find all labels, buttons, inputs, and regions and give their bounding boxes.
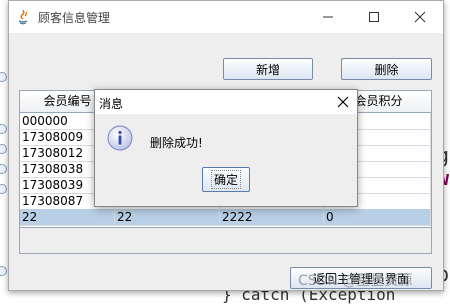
table-row[interactable]: 22 22 2222 0 <box>20 209 431 226</box>
table-cell[interactable]: 22 <box>20 209 115 225</box>
info-icon <box>107 125 133 151</box>
ok-button[interactable]: 确定 <box>202 167 250 192</box>
ok-button-label: 确定 <box>210 170 241 189</box>
dialog-close-button[interactable] <box>333 92 353 112</box>
window-titlebar: 顾客信息管理 <box>9 1 443 33</box>
watermark: CSDN @星星资源 <box>298 273 413 289</box>
dialog-title: 消息 <box>99 97 124 111</box>
maximize-icon <box>369 12 379 22</box>
minimize-icon <box>323 16 333 18</box>
table-empty-area <box>20 227 431 253</box>
close-icon <box>414 11 426 23</box>
close-button[interactable] <box>397 1 443 33</box>
editor-gutter-marker <box>0 72 7 82</box>
editor-gutter-marker <box>0 164 7 174</box>
window-title: 顾客信息管理 <box>38 11 111 25</box>
message-dialog: 消息 删除成功! 确定 <box>94 89 358 207</box>
maximize-button[interactable] <box>351 1 397 33</box>
close-icon <box>337 96 349 108</box>
editor-gutter-marker <box>0 144 7 154</box>
minimize-button[interactable] <box>305 1 351 33</box>
editor-gutter-marker <box>0 266 7 276</box>
table-cell[interactable]: 0 <box>324 209 431 225</box>
editor-gutter-marker <box>0 184 7 194</box>
delete-button[interactable]: 删除 <box>341 58 432 80</box>
editor-gutter-marker <box>0 124 7 134</box>
table-cell[interactable]: 2222 <box>220 209 324 225</box>
java-app-icon <box>18 9 28 25</box>
table-cell[interactable]: 22 <box>115 209 220 225</box>
dialog-message: 删除成功! <box>150 136 203 150</box>
dialog-titlebar: 消息 <box>95 90 357 114</box>
add-button[interactable]: 新增 <box>223 58 313 80</box>
